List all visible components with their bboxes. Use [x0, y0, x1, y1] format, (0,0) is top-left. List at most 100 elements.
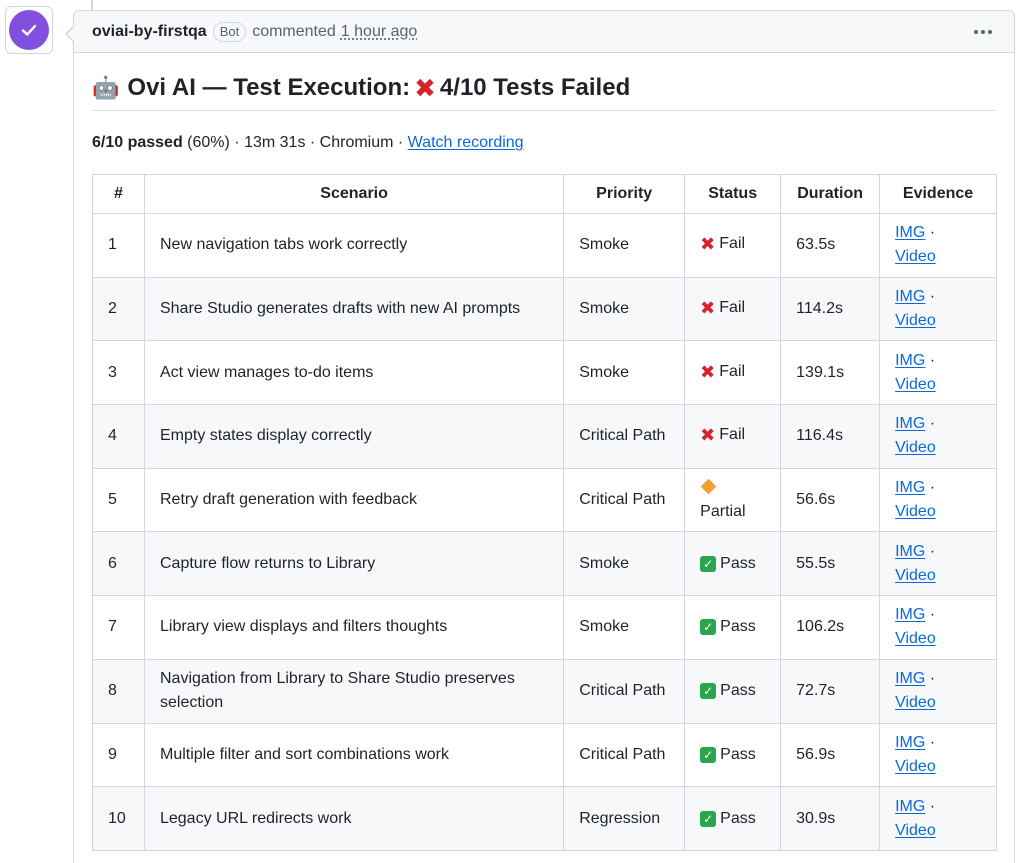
check-mark-icon: ✓ [700, 683, 717, 700]
evidence-video-link[interactable]: Video [895, 694, 936, 711]
cross-mark-icon: ✖ [414, 73, 436, 103]
cell-num: 8 [92, 658, 145, 724]
evidence-video-link[interactable]: Video [895, 248, 936, 265]
cell-evidence: IMG · Video [879, 467, 997, 533]
cell-duration: 56.6s [780, 467, 881, 533]
evidence-separator: · [925, 224, 936, 242]
evidence-video-link[interactable]: Video [895, 758, 936, 775]
cell-num: 9 [92, 722, 145, 788]
evidence-separator: · [925, 606, 936, 624]
status-text: Fail [719, 235, 746, 253]
avatar[interactable] [5, 6, 53, 54]
cross-mark-icon: ✖ [700, 298, 716, 319]
evidence-separator: · [925, 797, 936, 815]
cell-scenario: Library view displays and filters though… [143, 595, 565, 660]
evidence-img-link[interactable]: IMG [895, 224, 925, 241]
check-mark-icon: ✓ [700, 810, 717, 827]
table-row: 7 Library view displays and filters thoug… [92, 595, 997, 660]
report-summary: 6/10 passed (60%) · 13m 31s · Chromium ·… [92, 132, 524, 154]
cell-num: 6 [92, 531, 145, 597]
evidence-img-link[interactable]: IMG [895, 479, 925, 496]
cell-num: 1 [92, 213, 145, 278]
summary-details: (60%) · 13m 31s · Chromium · [182, 134, 408, 151]
cell-scenario: Act view manages to-do items [143, 340, 565, 406]
cell-evidence: IMG · Video [879, 213, 997, 278]
evidence-video-link[interactable]: Video [895, 312, 936, 329]
check-mark-icon: ✓ [700, 555, 717, 572]
table-row: 8 Navigation from Library to Share Studio… [92, 658, 997, 724]
cell-status: ✓ Pass [684, 595, 782, 660]
watch-recording-link[interactable]: Watch recording [408, 134, 524, 151]
evidence-img-link[interactable]: IMG [895, 415, 925, 432]
comment-action: commented [252, 22, 336, 40]
table-row: 9 Multiple filter and sort combinations w… [92, 722, 997, 788]
evidence-img-link[interactable]: IMG [895, 798, 925, 815]
comment-author[interactable]: oviai-by-firstqa [92, 23, 207, 41]
status-text: Pass [720, 682, 756, 700]
table-row: 3 Act view manages to-do items Smoke ✖ Fail 1… [92, 340, 997, 406]
cell-evidence: IMG · Video [879, 340, 997, 406]
cell-priority: Smoke [563, 531, 686, 597]
evidence-video-link[interactable]: Video [895, 439, 936, 456]
cell-priority: Regression [563, 786, 686, 851]
check-icon [21, 24, 37, 36]
cell-scenario: Multiple filter and sort combinations wo… [143, 722, 565, 788]
cell-priority: Smoke [563, 213, 686, 278]
evidence-img-link[interactable]: IMG [895, 543, 925, 560]
evidence-video-link[interactable]: Video [895, 503, 936, 520]
cross-mark-icon: ✖ [700, 234, 716, 255]
cell-evidence: IMG · Video [879, 404, 997, 469]
avatar-circle [9, 10, 49, 50]
cross-mark-icon: ✖ [700, 361, 716, 382]
cell-status: Partial [684, 467, 782, 533]
comment-timestamp[interactable]: 1 hour ago [341, 23, 418, 41]
evidence-video-link[interactable]: Video [895, 567, 936, 584]
cell-num: 3 [92, 340, 145, 406]
cell-status: ✓ Pass [684, 722, 782, 788]
cell-priority: Critical Path [563, 404, 686, 469]
header-priority: Priority [563, 174, 686, 214]
status-text: Pass [720, 809, 756, 827]
cell-duration: 72.7s [780, 658, 881, 724]
table-row: 4 Empty states display correctly Critical … [92, 404, 997, 469]
cell-scenario: Capture flow returns to Library [143, 531, 565, 597]
table-row: 1 New navigation tabs work correctly Smoke… [92, 213, 997, 278]
status-text: Fail [719, 426, 746, 444]
comment-caret-fill [67, 26, 75, 42]
cell-scenario: Retry draft generation with feedback [143, 467, 565, 533]
cell-status: ✖ Fail [684, 276, 782, 342]
cross-mark-icon: ✖ [700, 425, 716, 446]
comment-box: oviai-by-firstqa Bot commented 1 hour ag… [65, 10, 1015, 863]
bot-badge: Bot [212, 21, 247, 42]
header-evidence: Evidence [879, 174, 997, 214]
cell-evidence: IMG · Video [879, 595, 997, 660]
evidence-separator: · [925, 351, 936, 369]
evidence-video-link[interactable]: Video [895, 376, 936, 393]
cell-num: 5 [92, 467, 145, 533]
evidence-img-link[interactable]: IMG [895, 734, 925, 751]
cell-scenario: Empty states display correctly [143, 404, 565, 469]
evidence-img-link[interactable]: IMG [895, 670, 925, 687]
evidence-video-link[interactable]: Video [895, 630, 936, 647]
cell-num: 4 [92, 404, 145, 469]
results-table: # Scenario Priority Status Duration Evid… [92, 174, 997, 851]
kebab-menu-icon[interactable] [974, 26, 992, 38]
cell-duration: 56.9s [780, 722, 881, 788]
cell-priority: Critical Path [563, 467, 686, 533]
cell-scenario: New navigation tabs work correctly [143, 213, 565, 278]
cell-duration: 114.2s [780, 276, 881, 342]
cell-priority: Smoke [563, 340, 686, 406]
evidence-img-link[interactable]: IMG [895, 288, 925, 305]
evidence-img-link[interactable]: IMG [895, 606, 925, 623]
evidence-separator: · [925, 542, 936, 560]
status-text: Partial [700, 503, 746, 521]
cell-status: ✖ Fail [684, 340, 782, 406]
cell-priority: Critical Path [563, 722, 686, 788]
evidence-img-link[interactable]: IMG [895, 352, 925, 369]
cell-duration: 30.9s [780, 786, 881, 851]
evidence-video-link[interactable]: Video [895, 822, 936, 839]
header-status: Status [684, 174, 782, 214]
cell-num: 7 [92, 595, 145, 660]
evidence-separator: · [925, 670, 936, 688]
cell-scenario: Share Studio generates drafts with new A… [143, 276, 565, 342]
